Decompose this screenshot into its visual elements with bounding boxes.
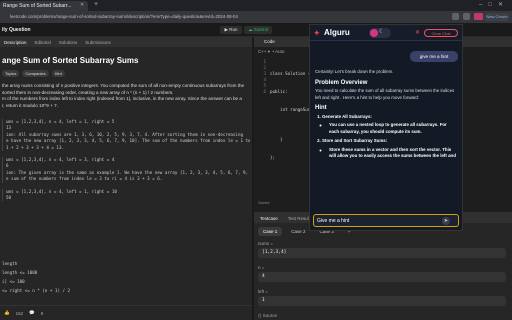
alguru-panel: ✦ Alguru ☾ ✕ Clear Chat give me a hint C… xyxy=(309,24,463,231)
like-icon[interactable]: 👍 xyxy=(4,310,10,316)
tab-test-result[interactable]: Test Result xyxy=(288,216,310,221)
hint-item-title: Store and Sort Subarray Sums: xyxy=(322,138,388,143)
submit-label: Submit xyxy=(253,27,268,32)
submit-button[interactable]: ☁ Submit xyxy=(244,26,272,34)
code-line: public: xyxy=(270,89,288,94)
constraint-line: length <= 1000 xyxy=(2,270,38,275)
alguru-header: ✦ Alguru ☾ ✕ Clear Chat xyxy=(310,25,462,41)
code-line: int rangeSum( xyxy=(270,107,313,112)
clear-chat-button[interactable]: Clear Chat xyxy=(424,29,458,37)
example-1: ums = [1,2,3,4], n = 4, left = 1, right … xyxy=(2,119,250,152)
send-icon[interactable]: ➤ xyxy=(442,217,450,225)
hint-tag[interactable]: Hint xyxy=(51,70,65,77)
source-link[interactable]: ⟨⟩ Source xyxy=(258,313,277,319)
case-1-button[interactable]: Case 1 xyxy=(258,227,283,236)
constraints: length length <= 1000 i] <= 100 <= right… xyxy=(2,259,250,295)
example-2: ums = [1,2,3,4], n = 4, left = 3, right … xyxy=(2,157,250,183)
topics-tag[interactable]: Topics xyxy=(2,70,20,77)
moon-icon: ☾ xyxy=(379,29,385,35)
alguru-logo-icon: ✦ xyxy=(313,28,321,38)
constraint-line: length xyxy=(2,261,18,266)
alguru-extension-icon[interactable] xyxy=(474,13,483,20)
comment-icon[interactable]: 💬 xyxy=(29,310,35,316)
window-controls[interactable]: –□✕ xyxy=(479,1,509,8)
tab-submissions[interactable]: Submissions xyxy=(85,40,111,45)
overview-heading: Problem Overview xyxy=(315,79,368,86)
tab-title: Range Sum of Sorted Subarr... xyxy=(3,3,72,9)
hint-item: Store and Sort Subarray Sums: Store thes… xyxy=(322,138,457,160)
overview-text: You need to calculate the sum of all sub… xyxy=(315,88,455,100)
hint-item: Generate All Subarrays: You can use a ne… xyxy=(322,114,457,136)
problem-line: the array nums consisting of n positive … xyxy=(2,83,245,88)
description-tabs: Description Editorial Solutions Submissi… xyxy=(0,37,252,47)
left-input[interactable]: 1 xyxy=(258,296,506,306)
nums-input[interactable]: [1,2,3,4] xyxy=(258,248,506,258)
extension-icon[interactable] xyxy=(452,13,459,20)
run-label: Run xyxy=(229,27,238,32)
chat-input[interactable]: Give me a hint ➤ xyxy=(313,214,459,227)
left-label: left = xyxy=(258,289,268,294)
auto-label: Auto xyxy=(275,49,285,54)
problem-statement: the array nums consisting of n positive … xyxy=(2,83,247,109)
n-label: n = xyxy=(258,265,265,270)
hint-list: Generate All Subarrays: You can use a ne… xyxy=(315,114,457,160)
problem-tags: Topics Companies Hint xyxy=(2,70,65,77)
tab-description[interactable]: Description xyxy=(4,40,27,45)
language-label: C++ xyxy=(258,49,267,54)
code-line: }; xyxy=(270,155,276,160)
hint-heading: Hint xyxy=(315,105,327,111)
description-footer: 👍 152 💬 9 xyxy=(0,305,252,320)
companies-tag[interactable]: Companies xyxy=(22,70,49,77)
hint-item-title: Generate All Subarrays: xyxy=(322,113,372,119)
alguru-title: Alguru xyxy=(324,28,350,37)
tab-testcase[interactable]: Testcase xyxy=(260,216,278,221)
example-line: e sum of the numbers from index le = 3 t… xyxy=(6,176,163,182)
toggle-knob xyxy=(370,29,378,37)
language-selector[interactable]: C++ ▾ • Auto xyxy=(258,49,284,55)
address-bar-row: leetcode.com/problems/range-sum-of-sorte… xyxy=(0,11,512,23)
problem-line: m of the numbers from index left to inde… xyxy=(2,96,242,101)
hint-item-detail: Store these sums in a vector and then so… xyxy=(329,147,457,160)
line-number: 6 xyxy=(263,89,266,94)
line-numbers: 1 2 3 4 5 6 xyxy=(258,59,266,95)
code-editor[interactable]: class Solution { public: int rangeSum( }… xyxy=(270,59,313,173)
constraint-line: <= right <= n * (n + 1) / 2 xyxy=(2,288,71,293)
mode-toggle[interactable]: ☾ xyxy=(369,28,391,38)
example-line: 1 + 2 + 3 + 3 + 4 = 13. xyxy=(6,144,64,150)
examples: ums = [1,2,3,4], n = 4, left = 1, right … xyxy=(2,119,250,207)
example-line: 50 xyxy=(6,195,12,201)
problem-line: r, return it modulo 10^9 + 7. xyxy=(2,102,58,108)
new-chrome-button[interactable]: New Chrom xyxy=(484,13,510,21)
browser-tab[interactable]: Range Sum of Sorted Subarr... xyxy=(0,1,88,11)
constraint-line: i] <= 100 xyxy=(2,279,25,284)
extension-icon[interactable] xyxy=(463,13,470,20)
tab-editorial[interactable]: Editorial xyxy=(35,40,51,45)
close-tab-icon[interactable]: ✕ xyxy=(80,2,84,8)
description-panel: Description Editorial Solutions Submissi… xyxy=(0,37,252,320)
nums-label: nums = xyxy=(258,241,273,246)
browser-tab-bar: Range Sum of Sorted Subarr... ✕ + –□✕ xyxy=(0,0,512,11)
new-tab-icon[interactable]: + xyxy=(94,1,98,8)
source-label: Source xyxy=(262,313,278,318)
code-line: class Solution { xyxy=(270,71,311,76)
saved-status: Saved xyxy=(258,200,270,205)
case-2-button[interactable]: Case 2 xyxy=(286,227,310,236)
code-line: } xyxy=(270,137,283,142)
hint-item-detail: You can use a nested loop to generate al… xyxy=(329,122,457,135)
like-count: 152 xyxy=(15,310,24,316)
response-intro: Certainly! Let's break down the problem. xyxy=(315,69,394,74)
user-message-bubble: give me a hint xyxy=(410,51,458,62)
chat-input-text: Give me a hint xyxy=(317,218,350,224)
example-line: e have the new array [1, 2, 3, 3, 4, 5, … xyxy=(6,138,250,144)
tab-solutions[interactable]: Solutions xyxy=(59,40,78,45)
problem-title: ange Sum of Sorted Subarray Sums xyxy=(2,56,139,65)
comment-count: 9 xyxy=(40,310,44,316)
example-3: ums = [1,2,3,4], n = 4, left = 1, right … xyxy=(2,188,250,202)
n-input[interactable]: 4 xyxy=(258,272,506,282)
daily-question-link[interactable]: ily Question xyxy=(2,27,31,33)
run-button[interactable]: ▶ Run xyxy=(220,26,242,34)
assistant-response: Certainly! Let's break down the problem.… xyxy=(315,69,457,163)
close-icon[interactable]: ✕ xyxy=(415,29,420,36)
url-field[interactable]: leetcode.com/problems/range-sum-of-sorte… xyxy=(10,13,450,21)
